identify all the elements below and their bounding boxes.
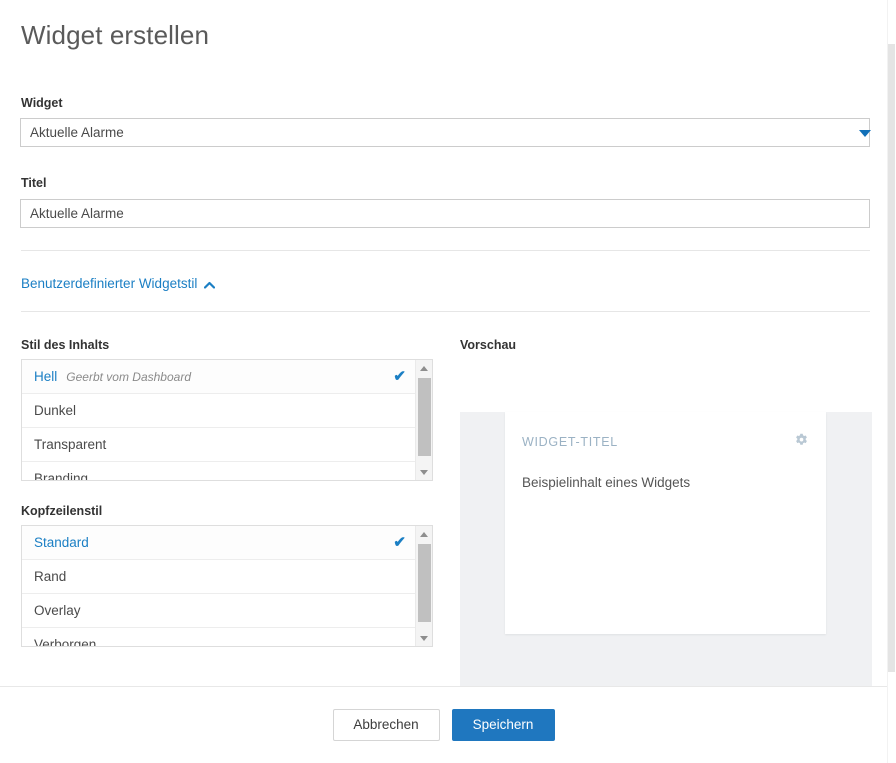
custom-widget-style-toggle[interactable]: Benutzerdefinierter Widgetstil — [21, 275, 216, 293]
check-icon: ✔ — [393, 368, 406, 385]
list-item[interactable]: Hell Geerbt vom Dashboard ✔ — [22, 360, 416, 394]
list-item-label: Rand — [34, 569, 67, 584]
list-item-label: Standard — [34, 535, 89, 550]
custom-widget-style-label: Benutzerdefinierter Widgetstil — [21, 276, 198, 291]
cancel-button[interactable]: Abbrechen — [332, 709, 440, 741]
check-icon: ✔ — [393, 534, 406, 551]
triangle-down-icon[interactable] — [416, 630, 432, 646]
divider-top — [21, 250, 870, 251]
preview-card-content: Beispielinhalt eines Widgets — [522, 475, 691, 490]
header-style-listbox[interactable]: Standard ✔ Rand Overlay Verborgen — [21, 525, 433, 647]
page-scrollbar-track[interactable] — [887, 0, 896, 763]
scrollbar-thumb[interactable] — [418, 378, 431, 456]
list-item[interactable]: Dunkel — [22, 394, 416, 428]
content-style-list: Hell Geerbt vom Dashboard ✔ Dunkel Trans… — [22, 360, 416, 480]
triangle-down-icon[interactable] — [416, 464, 432, 480]
triangle-up-icon[interactable] — [416, 526, 432, 542]
preview-label: Vorschau — [460, 338, 517, 352]
dialog-body: Widget erstellen Widget Titel Benutzerde… — [0, 0, 887, 745]
page-scrollbar-thumb[interactable] — [888, 44, 895, 672]
list-item-label: Transparent — [34, 437, 107, 452]
list-item[interactable]: Transparent — [22, 428, 416, 462]
list-item-label: Overlay — [34, 603, 81, 618]
create-widget-dialog: Widget erstellen Widget Titel Benutzerde… — [0, 0, 896, 763]
list-item[interactable]: Verborgen — [22, 628, 416, 647]
chevron-up-icon — [204, 280, 216, 291]
widget-field-label: Widget — [21, 96, 63, 110]
preview-card-title: WIDGET-TITEL — [522, 435, 618, 449]
content-style-scrollbar[interactable] — [415, 360, 432, 480]
dialog-footer: Abbrechen Speichern — [0, 687, 887, 763]
header-style-list: Standard ✔ Rand Overlay Verborgen — [22, 526, 416, 646]
list-item[interactable]: Standard ✔ — [22, 526, 416, 560]
header-style-scrollbar[interactable] — [415, 526, 432, 646]
style-options-column: Stil des Inhalts Hell Geerbt vom Dashboa… — [21, 337, 433, 669]
content-style-label: Stil des Inhalts — [21, 338, 110, 352]
gear-icon[interactable] — [794, 433, 809, 448]
preview-widget-card: WIDGET-TITEL Beispielinhalt eines Widget… — [505, 412, 826, 634]
widget-select-input[interactable] — [20, 118, 870, 147]
list-item-label: Hell — [34, 369, 58, 384]
list-item-label: Branding — [34, 471, 89, 481]
scrollbar-thumb[interactable] — [418, 544, 431, 622]
list-item[interactable]: Overlay — [22, 594, 416, 628]
titel-input[interactable] — [20, 199, 870, 228]
list-item-label: Verborgen — [34, 637, 97, 647]
save-button[interactable]: Speichern — [451, 709, 555, 741]
content-style-listbox[interactable]: Hell Geerbt vom Dashboard ✔ Dunkel Trans… — [21, 359, 433, 481]
preview-column: Vorschau WIDGET-TITEL Beispielinhalt ein… — [460, 337, 872, 745]
triangle-up-icon[interactable] — [416, 360, 432, 376]
titel-field-label: Titel — [21, 176, 47, 190]
list-item[interactable]: Rand — [22, 560, 416, 594]
header-style-label: Kopfzeilenstil — [21, 504, 103, 518]
list-item-note: Geerbt vom Dashboard — [66, 369, 191, 384]
divider-below-toggle — [21, 311, 870, 312]
list-item-label: Dunkel — [34, 403, 77, 418]
page-title: Widget erstellen — [21, 20, 210, 50]
list-item[interactable]: Branding — [22, 462, 416, 481]
